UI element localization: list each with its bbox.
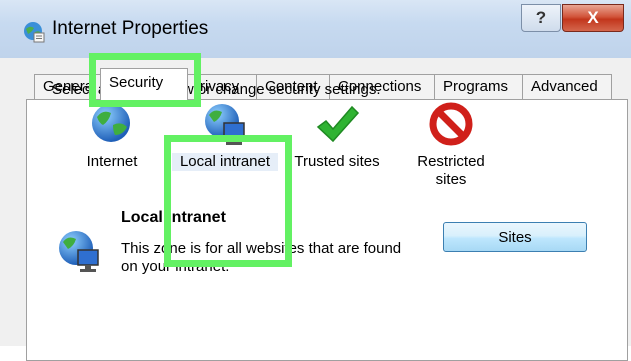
tab-label: Security <box>109 74 164 91</box>
selected-zone-title: Local intranet <box>121 209 226 226</box>
sites-button[interactable]: Sites <box>443 222 587 252</box>
selected-zone-description: This zone is for all websites that are f… <box>121 240 402 275</box>
tab-programs[interactable]: Programs <box>434 74 523 99</box>
help-button[interactable]: ? <box>521 4 561 32</box>
window-title: Internet Properties <box>52 18 209 39</box>
tab-label: Advanced <box>531 78 598 95</box>
intranet-icon <box>59 231 99 272</box>
prohibited-icon <box>429 102 473 146</box>
checkmark-icon <box>316 105 360 143</box>
zone-restricted-sites[interactable]: Restricted sites <box>398 101 504 189</box>
intranet-icon <box>205 104 245 145</box>
tab-label: Programs <box>443 78 509 95</box>
sites-button-label: Sites <box>498 228 532 246</box>
title-bar: Internet Properties ? X <box>0 0 631 59</box>
zone-label-local-intranet: Local intranet <box>172 153 278 171</box>
close-icon: X <box>587 8 599 27</box>
zone-trusted-sites[interactable]: Trusted sites <box>287 101 387 171</box>
zone-local-intranet[interactable]: Local intranet <box>172 101 278 171</box>
zone-label-internet: Internet <box>86 153 138 170</box>
tab-advanced[interactable]: Advanced <box>522 74 612 99</box>
zone-label-restricted-sites: Restricted sites <box>417 153 485 188</box>
globe-icon <box>92 104 130 142</box>
zone-internet[interactable]: Internet <box>62 101 162 171</box>
internet-properties-icon <box>24 22 45 43</box>
zone-label-trusted-sites: Trusted sites <box>294 153 380 170</box>
close-button[interactable]: X <box>562 4 624 32</box>
tab-security[interactable]: Security <box>100 68 188 100</box>
help-icon: ? <box>535 8 547 27</box>
